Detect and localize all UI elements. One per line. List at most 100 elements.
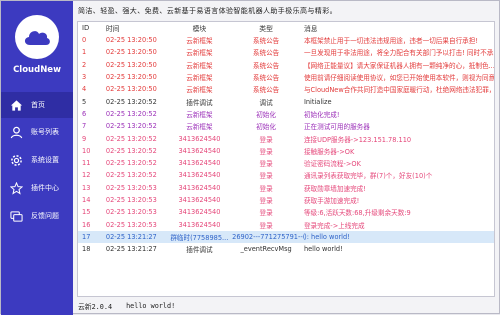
cell-message: 通讯录列表获取完毕，群(7)个，好友(10)个 — [303, 172, 433, 181]
gear-icon — [9, 153, 23, 167]
sidebar-item-label: 反馈问题 — [31, 212, 59, 220]
cell-type: 登录 — [259, 221, 273, 230]
table-row[interactable]: 16 02-25 13:20:53 3413624540 登录 登录完成->上线完成 — [78, 218, 494, 230]
table-row[interactable]: 14 02-25 13:20:53 3413624540 登录 获取手游加速完成! — [78, 194, 494, 206]
table-row[interactable]: 0 02-25 13:20:50 云新框架 系统公告 本框架禁止用于一切违法违规用途，违… — [78, 34, 494, 46]
cell-module: 3413624540 — [178, 196, 221, 204]
cell-id: 7 — [82, 122, 87, 131]
sidebar-item-plugins[interactable]: 插件中心 — [1, 175, 73, 201]
sidebar-item-label: 首页 — [31, 101, 45, 109]
header-message[interactable]: 消息 — [300, 23, 494, 33]
cell-time: 02-25 13:20:50 — [105, 36, 157, 45]
table-row[interactable]: 10 02-25 13:20:52 3413624540 登录 接触服务器->OK — [78, 145, 494, 157]
table-row[interactable]: 15 02-25 13:20:53 3413624540 登录 等级:6,活跃天数:68… — [78, 206, 494, 218]
cell-id: 12 — [82, 171, 91, 180]
table-row[interactable]: 12 02-25 13:20:52 3413624540 登录 通讯录列表获取完毕，群(… — [78, 169, 494, 181]
table-row[interactable]: 7 02-25 13:20:52 云新框架 初始化 正在测试可用的服务器 — [78, 120, 494, 132]
cell-time: 02-25 13:21:27 — [105, 245, 157, 254]
cell-id: 15 — [82, 208, 91, 217]
cell-type: 系统公告 — [252, 49, 280, 58]
cell-message: hello world! — [303, 245, 343, 254]
cell-time: 02-25 13:20:52 — [105, 134, 157, 143]
sidebar-item-feedback[interactable]: 反馈问题 — [1, 203, 73, 229]
table-row[interactable]: 2 02-25 13:20:50 云新框架 系统公告 【网络正能量议】请大家保证机器人拥… — [78, 59, 494, 71]
cell-message: 与CloudNew合作共同打造中国家庭暖行动，杜绝网络违法犯罪，共同打... — [303, 86, 494, 95]
cell-message: 连接UDP服务器->123.151.78.110 — [303, 135, 412, 144]
cell-message: 获取勋章墙加速完成! — [303, 184, 366, 193]
table-row[interactable]: 18 02-25 13:21:27 插件调试 _eventRecvMsg hello w… — [78, 243, 494, 255]
cell-module: 3413624540 — [178, 134, 221, 143]
cell-module: 云新框架 — [186, 49, 213, 58]
cell-module: 云新框架 — [186, 74, 213, 83]
sidebar-item-accounts[interactable]: 账号列表 — [1, 119, 73, 145]
cell-module: 3413624540 — [178, 220, 221, 229]
table-row[interactable]: 1 02-25 13:20:50 云新框架 系统公告 一旦发现用于非法用途，将全力配合有… — [78, 46, 494, 58]
cell-type: _eventRecvMsg — [240, 245, 292, 254]
log-table[interactable]: ID 时间 模块 类型 消息 0 02-25 13:20:50 云新框架 系统公告 本框… — [77, 21, 495, 297]
feedback-icon — [9, 209, 23, 223]
cell-message: ): hello world! — [304, 232, 350, 241]
sidebar-item-settings[interactable]: 系统设置 — [1, 147, 73, 173]
cell-message: 初始化完成! — [303, 110, 340, 119]
cell-time: 02-25 13:20:52 — [105, 171, 157, 180]
cell-type: 登录 — [259, 172, 273, 181]
cloud-logo-icon — [15, 15, 59, 59]
cell-time: 02-25 13:20:53 — [105, 220, 157, 229]
table-body: 0 02-25 13:20:50 云新框架 系统公告 本框架禁止用于一切违法违规用途，违… — [78, 34, 494, 255]
header-type[interactable]: 类型 — [232, 23, 300, 33]
cell-id: 14 — [82, 196, 91, 204]
vertical-scrollbar[interactable] — [490, 34, 494, 296]
cell-time: 02-25 13:20:50 — [105, 60, 157, 69]
table-row[interactable]: 4 02-25 13:20:50 云新框架 系统公告 与CloudNew合作共同打造中国… — [78, 83, 494, 95]
cell-time: 02-25 13:20:50 — [105, 73, 157, 82]
cell-type: 26902---771275791--( — [232, 232, 306, 241]
cell-message: 使用前请仔细阅读使用协议，如您已开始使用本软件，则视为同意... — [303, 74, 494, 83]
cell-id: 0 — [82, 36, 87, 45]
cell-module: 3413624540 — [178, 183, 221, 192]
table-row[interactable]: 6 02-25 13:20:52 云新框架 初始化 初始化完成! — [78, 108, 494, 120]
header-time[interactable]: 时间 — [104, 23, 167, 33]
cell-module: 3413624540 — [178, 171, 221, 180]
cell-type: 登录 — [259, 147, 273, 156]
header-id[interactable]: ID — [78, 24, 104, 32]
table-row[interactable]: 17 02-25 13:21:27 群临时(7758985... 26902---77… — [78, 230, 494, 244]
table-header: ID 时间 模块 类型 消息 — [78, 22, 494, 34]
table-row[interactable]: 3 02-25 13:20:50 云新框架 系统公告 使用前请仔细阅读使用协议，如您已开… — [78, 71, 494, 83]
cell-module: 云新框架 — [186, 86, 213, 95]
table-row[interactable]: 13 02-25 13:20:53 3413624540 登录 获取勋章墙加速完成! — [78, 182, 494, 194]
header-module[interactable]: 模块 — [167, 23, 233, 33]
status-bar: 云新2.0.4 hello world! — [78, 300, 492, 312]
cell-time: 02-25 13:20:52 — [105, 109, 157, 118]
user-icon — [9, 125, 23, 139]
cell-module: 群临时(7758985... — [170, 233, 229, 242]
cell-time: 02-25 13:20:50 — [105, 48, 157, 57]
cell-module: 3413624540 — [178, 208, 221, 217]
version-label: 云新2.0.4 — [78, 303, 113, 311]
table-row[interactable]: 5 02-25 13:20:52 插件调试 调试 Initialize — [78, 95, 494, 107]
cell-module: 云新框架 — [186, 61, 213, 70]
sidebar-item-home[interactable]: 首页 — [1, 92, 73, 118]
cell-type: 系统公告 — [252, 86, 280, 95]
slogan-banner: 简洁、轻盈、强大、免费、云新基于易语言体验智能机器人助手极乐高与精彩。 — [78, 7, 337, 15]
cell-module: 云新框架 — [186, 37, 213, 46]
cell-message: 正在测试可用的服务器 — [303, 123, 370, 132]
cell-type: 登录 — [259, 197, 273, 205]
table-row[interactable]: 11 02-25 13:20:52 3413624540 登录 验证密码流程->OK — [78, 157, 494, 169]
cell-module: 3413624540 — [178, 159, 221, 168]
star-icon — [9, 181, 23, 195]
cell-time: 02-25 13:20:53 — [105, 196, 157, 204]
cell-type: 调试 — [259, 98, 273, 107]
cell-id: 2 — [82, 60, 87, 69]
last-message-label: hello world! — [126, 302, 176, 310]
cell-id: 6 — [82, 109, 87, 118]
main-panel: 简洁、轻盈、强大、免费、云新基于易语言体验智能机器人助手极乐高与精彩。 ID 时… — [74, 1, 500, 315]
cell-module: 插件调试 — [186, 246, 213, 255]
cell-message: 验证密码流程->OK — [303, 160, 361, 169]
cell-id: 18 — [82, 245, 91, 254]
cell-type: 初始化 — [256, 123, 276, 132]
table-row[interactable]: 9 02-25 13:20:52 3413624540 登录 连接UDP服务器->123… — [78, 132, 494, 144]
cell-id: 9 — [82, 134, 87, 143]
cell-type: 系统公告 — [252, 61, 280, 70]
cell-message: 【网络正能量议】请大家保证机器人拥有一颗纯净的心，抵制色... — [303, 61, 494, 70]
cell-time: 02-25 13:20:52 — [105, 122, 157, 131]
